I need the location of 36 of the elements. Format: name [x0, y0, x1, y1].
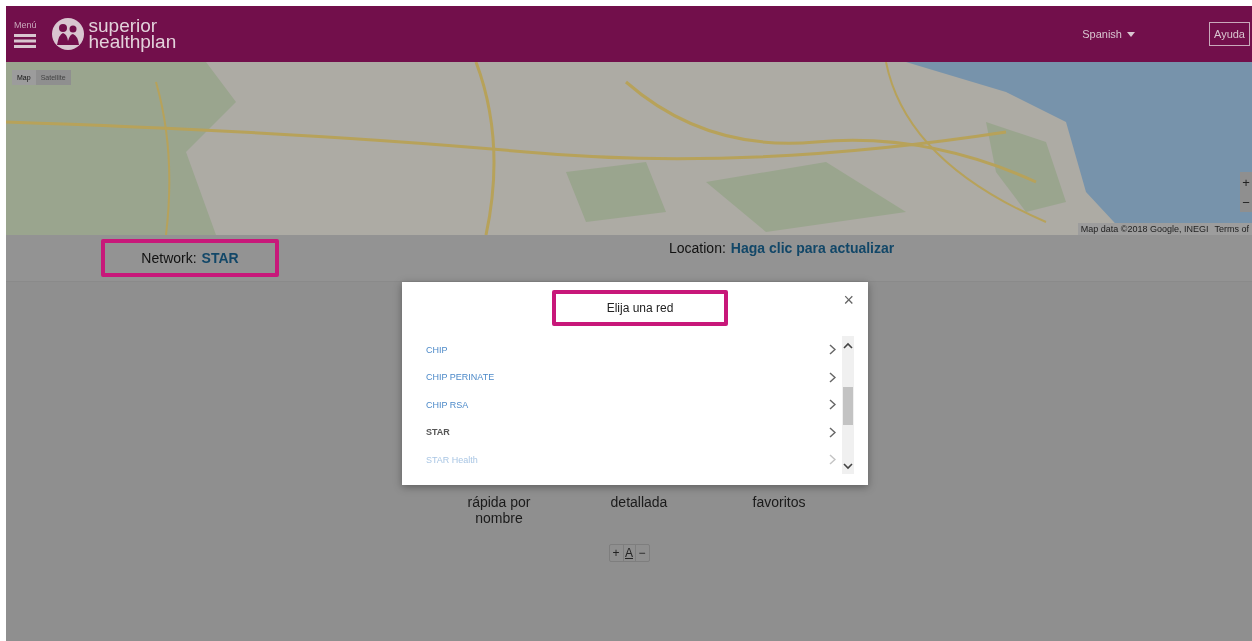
language-dropdown[interactable]: Spanish [1082, 28, 1135, 40]
chevron-icon [829, 426, 836, 438]
scrollbar[interactable] [842, 336, 854, 474]
location-label: Location: [669, 240, 726, 256]
scroll-down-icon [843, 462, 853, 470]
network-link[interactable]: STAR [201, 250, 239, 266]
font-size-button[interactable]: + [609, 545, 623, 561]
logo[interactable]: superior healthplan [50, 17, 177, 51]
search-option[interactable]: favoritos [729, 494, 829, 526]
menu-button[interactable]: Menú [14, 20, 37, 48]
chevron-icon [829, 344, 836, 356]
map-attribution: Map data ©2018 Google, INEGI [1080, 224, 1209, 234]
dialog-title: Elija una red [606, 301, 674, 315]
chevron-icon [829, 371, 836, 383]
search-option[interactable]: detallada [589, 494, 689, 526]
network-item[interactable]: STAR [426, 418, 842, 446]
location-link[interactable]: Haga clic para actualizar [730, 240, 895, 256]
chevron-icon [829, 454, 836, 466]
network-item[interactable]: CHIP PERINATE [426, 363, 842, 391]
menu-icon [14, 34, 36, 48]
zoom-button[interactable]: − [1240, 192, 1252, 212]
scroll-up-icon [843, 342, 853, 349]
scroll-thumb[interactable] [843, 386, 853, 425]
font-size-button[interactable]: − [635, 545, 649, 561]
network-label: Network: [141, 250, 197, 266]
caret-icon [1127, 31, 1135, 37]
chevron-icon [829, 399, 836, 411]
zoom-button[interactable]: + [1240, 172, 1252, 192]
close-button[interactable]: × [843, 290, 854, 311]
font-size-button[interactable]: A [622, 545, 636, 561]
terms-link[interactable]: Terms of [1214, 224, 1249, 234]
network-item[interactable]: CHIP [426, 336, 842, 364]
network-item[interactable]: CHIP RSA [426, 391, 842, 419]
help-button[interactable]: Ayuda [1209, 22, 1250, 46]
search-option[interactable]: rápida por nombre [449, 494, 549, 526]
family-icon [50, 17, 85, 51]
